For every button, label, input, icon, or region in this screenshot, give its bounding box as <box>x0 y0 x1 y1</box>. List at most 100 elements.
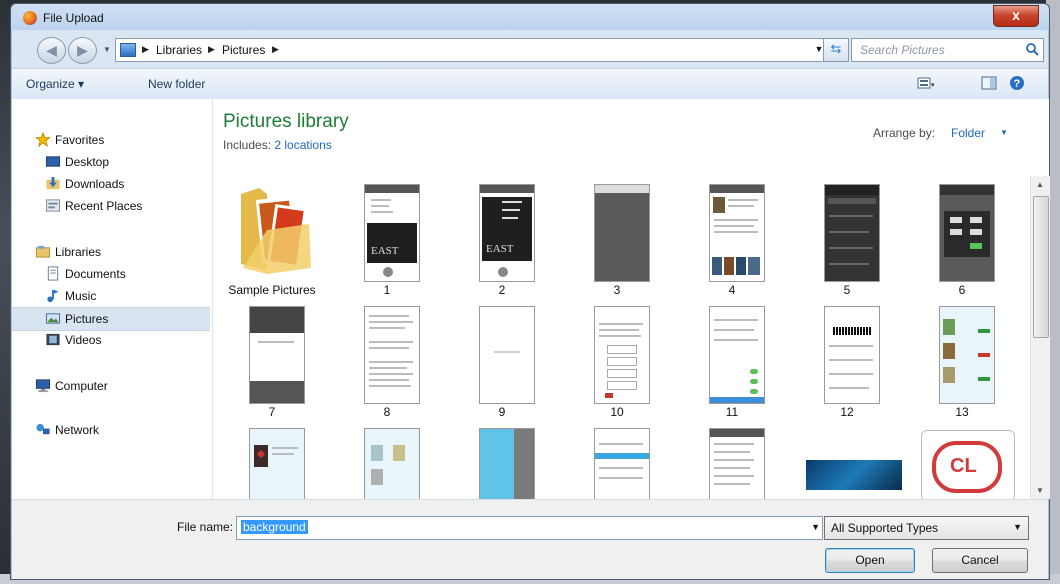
file-name: Sample Pictures <box>228 283 316 297</box>
nav-documents[interactable]: Documents <box>12 263 210 285</box>
view-options-icon[interactable]: ▾ <box>917 75 935 91</box>
folder-icon <box>120 43 136 57</box>
screenshot-thumbnail <box>249 428 305 499</box>
file-item[interactable]: 10 <box>562 298 672 424</box>
file-item[interactable]: 3 <box>562 176 672 302</box>
address-bar[interactable]: ▶ Libraries ▶ Pictures ▶ ▼ <box>115 38 827 62</box>
vertical-scrollbar[interactable]: ▲ ▼ <box>1030 176 1050 499</box>
breadcrumb-arrow-icon[interactable]: ▶ <box>208 44 215 55</box>
file-name: 13 <box>955 405 969 419</box>
preview-pane-icon[interactable] <box>980 75 998 91</box>
recent-places-icon <box>45 199 61 212</box>
file-name-value[interactable]: background <box>241 520 308 534</box>
screenshot-thumbnail <box>939 306 995 404</box>
search-input[interactable]: Search Pictures <box>851 38 1044 62</box>
file-name: 2 <box>498 283 506 297</box>
pictures-icon <box>45 313 61 324</box>
file-type-select[interactable]: All Supported Types ▼ <box>824 516 1029 540</box>
cancel-button[interactable]: Cancel <box>932 548 1028 573</box>
search-icon[interactable] <box>1025 42 1039 56</box>
file-item[interactable] <box>677 420 787 499</box>
file-item[interactable]: EAST 1 <box>332 176 442 302</box>
file-name: 3 <box>613 283 621 297</box>
file-name: 8 <box>383 405 391 419</box>
file-grid: Sample Pictures EAST 1 EAST 2 3 4 5 6 7 … <box>213 176 1025 499</box>
file-item[interactable]: 13 <box>907 298 1017 424</box>
nav-network[interactable]: Network <box>12 419 210 441</box>
organize-menu[interactable]: Organize ▾ <box>26 77 84 91</box>
forward-button[interactable]: ▶ <box>68 37 97 64</box>
file-name: 6 <box>958 283 966 297</box>
arrange-dropdown-icon[interactable]: ▼ <box>1000 128 1008 137</box>
file-name: 4 <box>728 283 736 297</box>
file-name-input[interactable]: background ▼ <box>236 516 823 540</box>
screenshot-thumbnail <box>479 306 535 404</box>
network-icon <box>36 423 50 435</box>
file-item[interactable]: 5 <box>792 176 902 302</box>
nav-music[interactable]: Music <box>12 285 210 307</box>
file-name-label: File name: <box>177 520 234 534</box>
file-item[interactable]: 11 <box>677 298 787 424</box>
file-name: 9 <box>498 405 506 419</box>
file-name: 7 <box>268 405 276 419</box>
scroll-down-icon[interactable]: ▼ <box>1036 486 1044 495</box>
screenshot-thumbnail <box>249 306 305 404</box>
file-item[interactable] <box>217 420 327 499</box>
computer-icon <box>35 379 51 393</box>
breadcrumb-libraries[interactable]: Libraries <box>156 43 202 57</box>
file-type-dropdown-icon[interactable]: ▼ <box>1013 522 1022 532</box>
help-icon[interactable]: ? <box>1008 75 1026 91</box>
nav-favorites[interactable]: Favorites <box>12 129 210 151</box>
breadcrumb-arrow-icon[interactable]: ▶ <box>272 44 279 55</box>
file-item[interactable]: 8 <box>332 298 442 424</box>
refresh-button[interactable]: ⇆ <box>823 38 849 62</box>
file-item[interactable] <box>792 420 902 499</box>
screenshot-thumbnail <box>479 428 535 499</box>
arrange-by-dropdown[interactable]: Folder <box>951 126 985 140</box>
file-item[interactable]: 7 <box>217 298 327 424</box>
nav-libraries[interactable]: Libraries <box>12 241 210 263</box>
file-item[interactable] <box>332 420 442 499</box>
scroll-up-icon[interactable]: ▲ <box>1036 180 1044 189</box>
open-button[interactable]: Open <box>825 548 915 573</box>
recent-pages-dropdown[interactable]: ▼ <box>103 45 111 54</box>
nav-desktop[interactable]: Desktop <box>12 151 210 173</box>
libraries-icon <box>35 245 51 258</box>
star-icon <box>35 132 51 147</box>
locations-link[interactable]: 2 locations <box>274 138 331 152</box>
file-item[interactable]: 12 <box>792 298 902 424</box>
screenshot-thumbnail <box>594 428 650 499</box>
nav-computer[interactable]: Computer <box>12 375 210 397</box>
breadcrumb-arrow-icon[interactable]: ▶ <box>142 44 149 55</box>
screenshot-thumbnail <box>709 428 765 499</box>
nav-videos[interactable]: Videos <box>12 329 210 351</box>
close-button[interactable]: x <box>993 5 1039 27</box>
file-item[interactable]: CL <box>907 420 1017 499</box>
music-icon <box>47 289 59 303</box>
file-upload-dialog: File Upload x ◀ ▶ ▼ ▶ Libraries ▶ Pictur… <box>10 3 1050 580</box>
file-item[interactable]: Sample Pictures <box>217 176 327 302</box>
folder-icon <box>241 188 311 274</box>
file-item[interactable] <box>447 420 557 499</box>
downloads-icon <box>46 176 60 190</box>
file-item[interactable]: EAST 2 <box>447 176 557 302</box>
nav-recent-places[interactable]: Recent Places <box>12 195 210 217</box>
file-item[interactable]: 6 <box>907 176 1017 302</box>
scrollbar-thumb[interactable] <box>1033 196 1049 338</box>
includes-label: Includes: <box>223 138 272 152</box>
dialog-footer: File name: background ▼ All Supported Ty… <box>12 499 1048 579</box>
image-thumbnail <box>806 460 902 490</box>
file-item[interactable]: 4 <box>677 176 787 302</box>
file-item[interactable] <box>562 420 672 499</box>
svg-text:▾: ▾ <box>931 82 935 89</box>
file-name-dropdown-icon[interactable]: ▼ <box>811 522 820 532</box>
nav-downloads[interactable]: Downloads <box>12 173 210 195</box>
file-item[interactable]: 9 <box>447 298 557 424</box>
back-button[interactable]: ◀ <box>37 37 66 64</box>
breadcrumb-pictures[interactable]: Pictures <box>222 43 265 57</box>
file-name: 12 <box>840 405 854 419</box>
screenshot-thumbnail <box>709 184 765 282</box>
new-folder-button[interactable]: New folder <box>148 77 205 91</box>
nav-pictures[interactable]: Pictures <box>12 307 210 331</box>
file-name: 5 <box>843 283 851 297</box>
